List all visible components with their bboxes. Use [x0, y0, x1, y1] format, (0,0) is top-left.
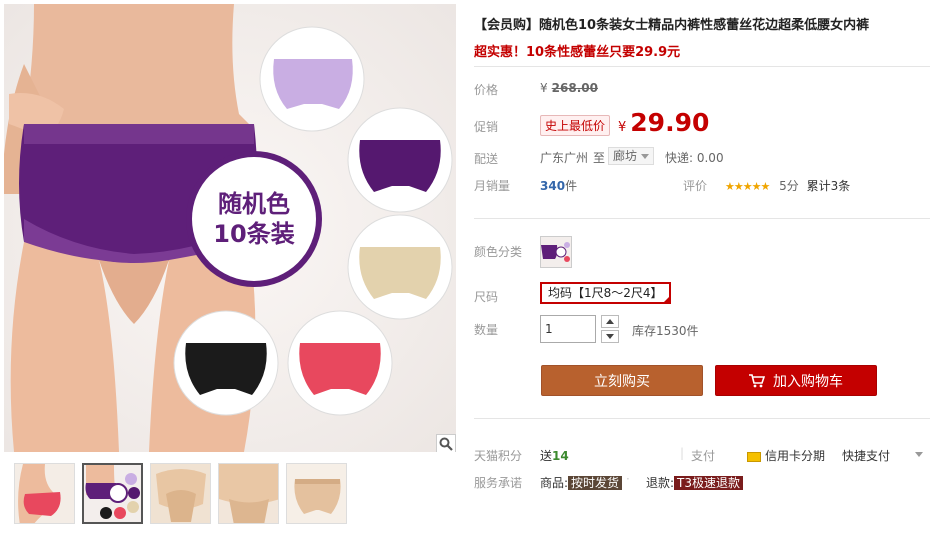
- divider: [474, 418, 930, 419]
- color-option-image: [541, 237, 571, 267]
- review-count: 累计3条: [806, 179, 851, 193]
- chevron-up-icon: [606, 319, 614, 324]
- review-score: 5分: [779, 179, 799, 193]
- add-to-cart-button[interactable]: 加入购物车: [715, 365, 877, 396]
- badge-line-1: 随机色: [218, 190, 290, 218]
- service-label: 服务承诺: [474, 476, 523, 490]
- points-value: 14: [552, 449, 569, 463]
- points-prefix: 送: [540, 449, 553, 463]
- refund-prefix: 退款:: [646, 476, 675, 490]
- sales-count-unit: 件: [565, 179, 578, 193]
- quick-pay[interactable]: 快捷支付: [842, 447, 890, 464]
- shipping-label: 配送: [474, 152, 499, 166]
- currency-symbol: ¥: [540, 81, 548, 95]
- promo-tag: 史上最低价: [540, 115, 611, 136]
- size-option-selected[interactable]: 均码【1尺8～2尺4】 ✓: [540, 282, 671, 304]
- divider: [474, 218, 930, 219]
- chevron-down-icon: [641, 154, 650, 159]
- shipping-origin: 广东广州: [540, 151, 589, 165]
- magnifier-icon: [439, 437, 453, 451]
- promo-price: ¥29.90: [618, 108, 709, 137]
- separator-dot: ·: [626, 472, 630, 486]
- shipping-to: 至: [593, 151, 606, 165]
- thumbnail-active-caret: [108, 463, 120, 464]
- star-rating-icon: ★★★★★: [725, 180, 770, 193]
- promo-price-value: 29.90: [630, 108, 710, 137]
- original-price-value: 268.00: [551, 81, 598, 95]
- buy-now-button[interactable]: 立刻购买: [541, 365, 703, 396]
- promo-label: 促销: [474, 120, 499, 134]
- add-to-cart-label: 加入购物车: [773, 373, 843, 390]
- quantity-decrease-button[interactable]: [601, 330, 619, 343]
- quantity-label: 数量: [474, 323, 499, 337]
- thumbnail-3[interactable]: [150, 463, 211, 524]
- zoom-button[interactable]: [436, 434, 456, 452]
- thumbnail-strip: [14, 463, 347, 526]
- promo-currency-symbol: ¥: [618, 120, 627, 135]
- service-goods[interactable]: 商品: 按时发货: [540, 474, 623, 491]
- sales-label: 月销量: [474, 179, 511, 193]
- stock-text: 库存1530件: [632, 324, 699, 338]
- color-option[interactable]: [540, 236, 572, 268]
- sales-count-value: 340: [540, 179, 566, 193]
- color-label: 颜色分类: [474, 245, 523, 259]
- chevron-down-icon: [606, 334, 614, 339]
- thumbnail-2[interactable]: [82, 463, 143, 524]
- on-time-shipping-tag: 按时发货: [568, 476, 623, 490]
- credit-installment-label: 信用卡分期: [765, 449, 826, 463]
- pay-label: 支付: [691, 449, 716, 463]
- divider: |: [680, 446, 685, 460]
- size-label: 尺码: [474, 290, 499, 304]
- destination-value: 廊坊: [613, 149, 638, 163]
- quantity-increase-button[interactable]: [601, 315, 619, 328]
- chevron-down-icon[interactable]: [915, 452, 923, 457]
- product-photo: 随机色 10条装: [4, 4, 456, 452]
- service-refund[interactable]: 退款: T3极速退款: [646, 474, 744, 491]
- checkmark-icon: ✓: [662, 295, 669, 303]
- cart-icon: [749, 373, 765, 387]
- divider: [474, 66, 930, 67]
- fast-refund-tag: T3极速退款: [674, 476, 744, 490]
- size-option-value: 均码【1尺8～2尺4】: [548, 286, 663, 300]
- review-label: 评价: [683, 179, 708, 193]
- credit-installment[interactable]: 信用卡分期: [747, 447, 825, 464]
- points-info: 送14: [540, 447, 569, 464]
- points-label: 天猫积分: [474, 449, 523, 463]
- credit-card-icon: [747, 451, 761, 462]
- product-title: 【会员购】随机色10条装女士精品内裤性感蕾丝花边超柔低腰女内裤: [474, 18, 870, 33]
- buy-now-label: 立刻购买: [594, 373, 650, 390]
- quantity-input[interactable]: [540, 315, 596, 343]
- shipping-fee: 快递: 0.00: [665, 151, 724, 165]
- sales-count: 340件: [540, 177, 577, 194]
- price-label: 价格: [474, 83, 499, 97]
- thumbnail-5[interactable]: [286, 463, 347, 524]
- thumbnail-4[interactable]: [218, 463, 279, 524]
- review-summary[interactable]: ★★★★★ 5分 累计3条: [725, 177, 850, 194]
- product-subtitle: 超实惠！10条性感蕾丝只要29.9元: [474, 45, 681, 60]
- thumbnail-1[interactable]: [14, 463, 75, 524]
- main-product-image[interactable]: 随机色 10条装: [4, 4, 456, 452]
- goods-prefix: 商品:: [540, 476, 569, 490]
- destination-selector[interactable]: 廊坊: [608, 147, 655, 165]
- badge-line-2: 10条装: [213, 220, 294, 248]
- original-price: ¥268.00: [540, 81, 598, 95]
